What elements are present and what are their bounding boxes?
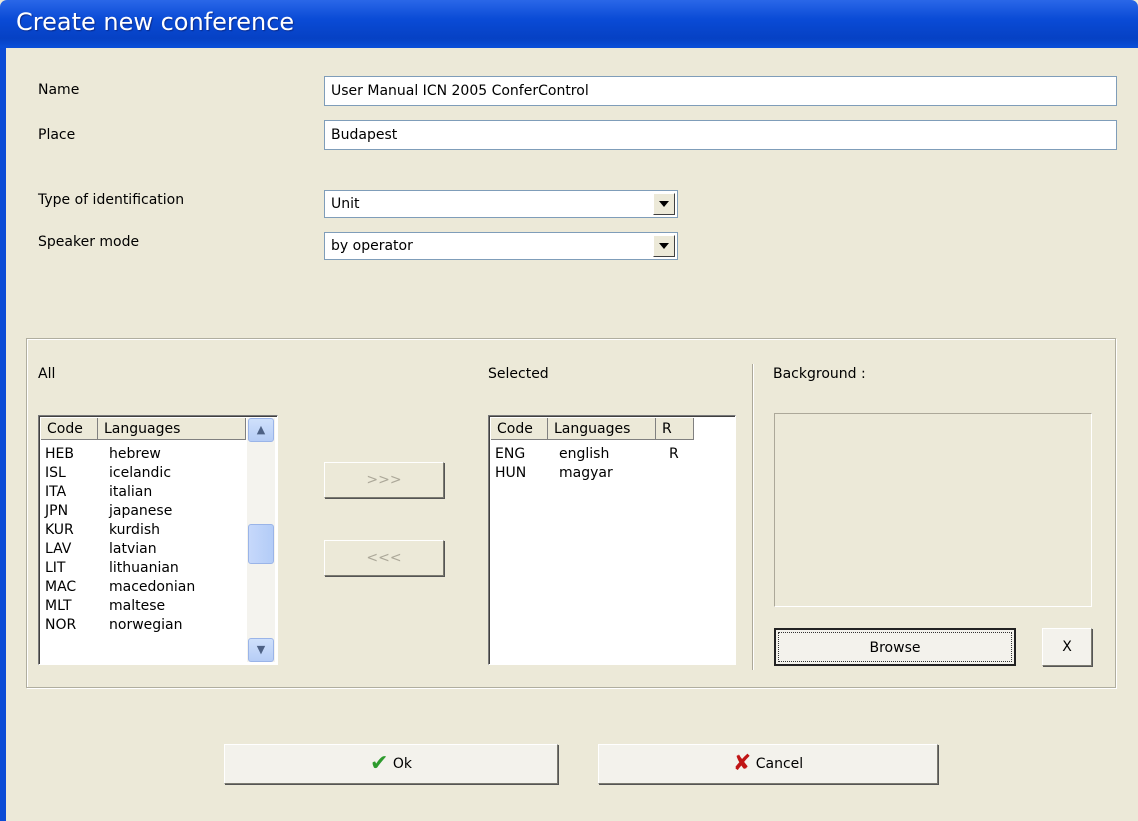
- language-code: JPN: [45, 503, 69, 519]
- window-border: [0, 48, 6, 821]
- cancel-label: Cancel: [755, 756, 804, 772]
- list-item[interactable]: LAV latvian: [45, 540, 245, 559]
- title-bar[interactable]: Create new conference: [0, 0, 1138, 48]
- window-title: Create new conference: [16, 8, 295, 36]
- language-code: LAV: [45, 541, 72, 557]
- identification-value: Unit: [331, 196, 360, 212]
- remove-language-button[interactable]: <<<: [324, 540, 444, 576]
- relay-flag: R: [669, 446, 679, 462]
- language-name: icelandic: [109, 465, 172, 481]
- background-label: Background :: [773, 366, 866, 382]
- place-input[interactable]: Budapest: [324, 120, 1117, 150]
- identification-label: Type of identification: [38, 192, 185, 208]
- speaker-mode-select[interactable]: by operator: [324, 232, 678, 260]
- list-item[interactable]: HEB hebrew: [45, 445, 245, 464]
- language-code: KUR: [45, 522, 74, 538]
- list-item[interactable]: MAC macedonian: [45, 578, 245, 597]
- column-header-r[interactable]: R: [656, 418, 694, 440]
- x-mark-icon: ✘: [732, 751, 752, 776]
- chevron-down-icon[interactable]: [653, 235, 675, 257]
- scroll-down-button[interactable]: ▼: [248, 638, 274, 662]
- language-name: latvian: [109, 541, 157, 557]
- language-code: ENG: [495, 446, 526, 462]
- selected-languages-title: Selected: [488, 366, 549, 382]
- language-name: lithuanian: [109, 560, 179, 576]
- place-label: Place: [38, 127, 76, 143]
- panel-divider: [752, 364, 753, 670]
- list-item[interactable]: ITA italian: [45, 483, 245, 502]
- list-item[interactable]: ISL icelandic: [45, 464, 245, 483]
- column-header-code[interactable]: Code: [491, 418, 548, 440]
- all-languages-title: All: [38, 366, 56, 382]
- list-item[interactable]: HUN magyar: [495, 464, 725, 483]
- column-header-languages[interactable]: Languages: [98, 418, 246, 440]
- language-name: norwegian: [109, 617, 183, 633]
- language-code: ITA: [45, 484, 67, 500]
- column-header-code[interactable]: Code: [41, 418, 98, 440]
- all-languages-list[interactable]: Code Languages HEB hebrew ISL icelandic ITA i…: [38, 415, 278, 665]
- speaker-mode-value: by operator: [331, 238, 413, 254]
- scroll-thumb[interactable]: [248, 524, 274, 564]
- language-name: macedonian: [109, 579, 196, 595]
- language-name: italian: [109, 484, 153, 500]
- list-item[interactable]: NOR norwegian: [45, 616, 245, 635]
- add-language-button[interactable]: >>>: [324, 462, 444, 498]
- name-input[interactable]: User Manual ICN 2005 ConferControl: [324, 76, 1117, 106]
- language-code: ISL: [45, 465, 66, 481]
- scrollbar[interactable]: ▲ ▼: [247, 418, 275, 662]
- language-name: magyar: [559, 465, 613, 481]
- language-name: japanese: [109, 503, 173, 519]
- language-code: MAC: [45, 579, 77, 595]
- chevron-down-icon[interactable]: [653, 193, 675, 215]
- language-code: NOR: [45, 617, 77, 633]
- browse-button[interactable]: Browse: [774, 628, 1016, 666]
- list-item[interactable]: MLT maltese: [45, 597, 245, 616]
- clear-background-button[interactable]: X: [1042, 628, 1092, 666]
- check-icon: ✔: [369, 751, 389, 776]
- language-code: HEB: [45, 446, 74, 462]
- selected-languages-list[interactable]: Code Languages R ENG english R HUN magyar: [488, 415, 736, 665]
- ok-button[interactable]: ✔ Ok: [224, 744, 558, 784]
- column-header-languages[interactable]: Languages: [548, 418, 656, 440]
- language-code: HUN: [495, 465, 527, 481]
- ok-label: Ok: [392, 756, 413, 772]
- language-name: kurdish: [109, 522, 161, 538]
- language-name: english: [559, 446, 610, 462]
- scroll-up-button[interactable]: ▲: [248, 418, 274, 442]
- list-item[interactable]: KUR kurdish: [45, 521, 245, 540]
- speaker-mode-label: Speaker mode: [38, 234, 140, 250]
- language-name: maltese: [109, 598, 166, 614]
- list-item[interactable]: LIT lithuanian: [45, 559, 245, 578]
- list-item[interactable]: ENG english R: [495, 445, 725, 464]
- language-code: LIT: [45, 560, 66, 576]
- language-code: MLT: [45, 598, 72, 614]
- identification-select[interactable]: Unit: [324, 190, 678, 218]
- language-name: hebrew: [109, 446, 161, 462]
- name-label: Name: [38, 82, 80, 98]
- list-item[interactable]: JPN japanese: [45, 502, 245, 521]
- cancel-button[interactable]: ✘ Cancel: [598, 744, 938, 784]
- background-preview: [774, 413, 1092, 607]
